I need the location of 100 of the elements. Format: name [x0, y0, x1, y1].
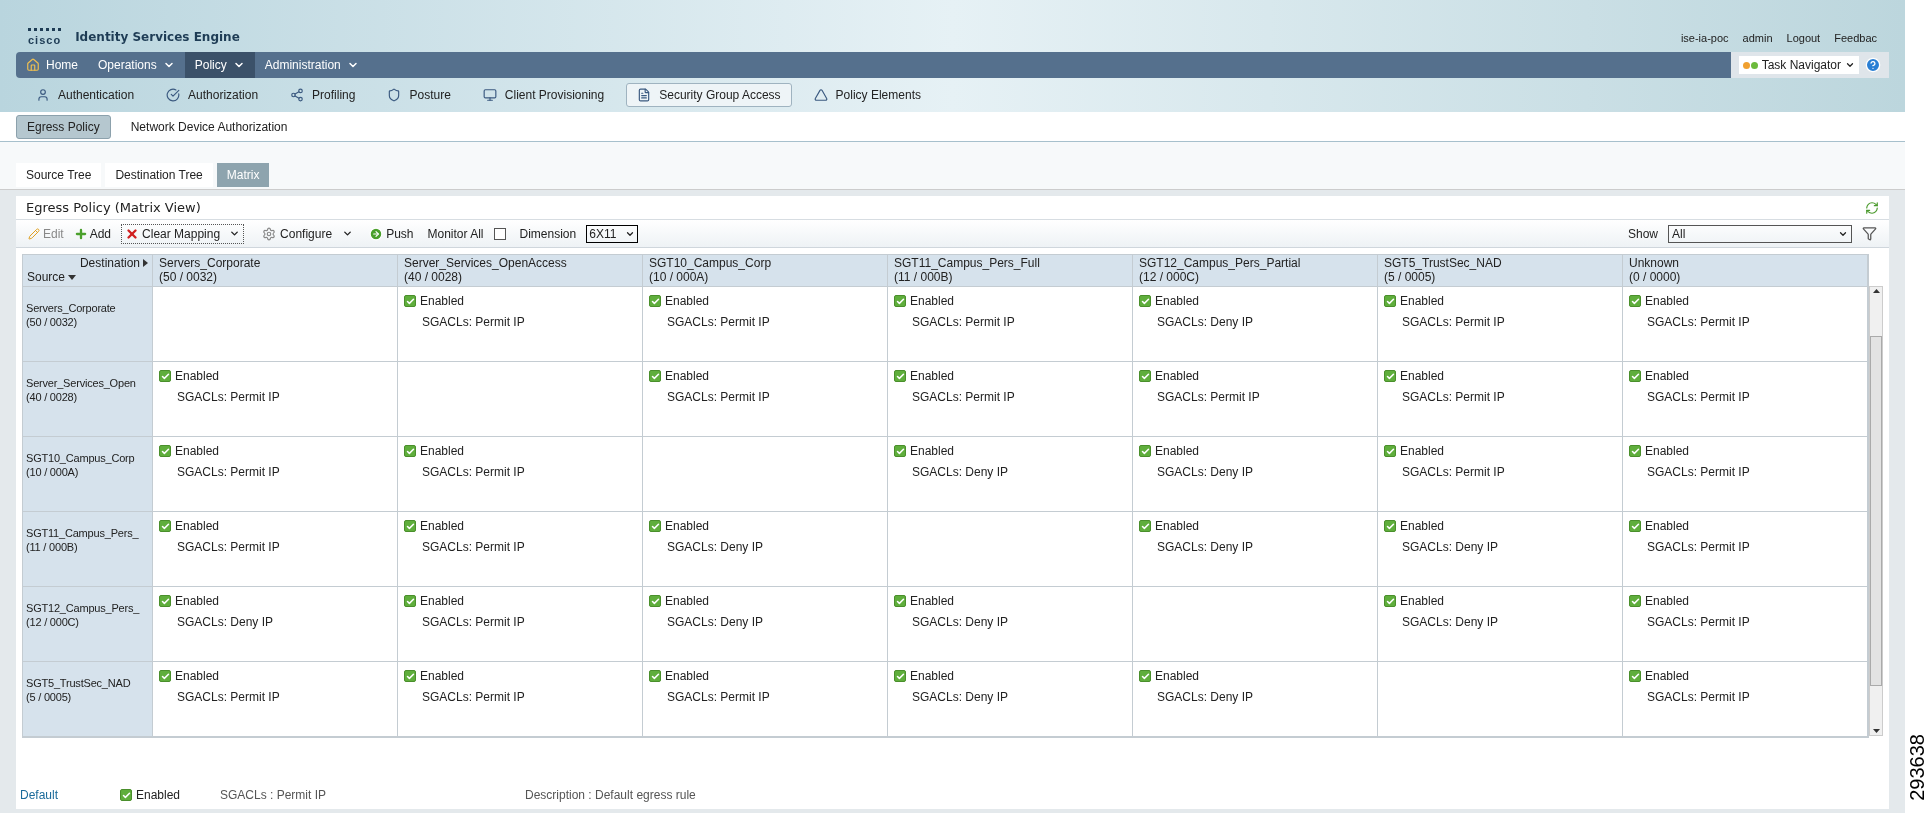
- nav-tab[interactable]: Policy: [184, 52, 255, 78]
- subnav-tab[interactable]: Posture: [377, 83, 461, 107]
- enabled-checkbox[interactable]: [649, 520, 661, 532]
- enabled-checkbox[interactable]: [1384, 370, 1396, 382]
- enabled-checkbox[interactable]: [1629, 295, 1641, 307]
- subnav-tab[interactable]: Authentication: [26, 83, 145, 107]
- enabled-checkbox[interactable]: [1139, 295, 1151, 307]
- nav-tab[interactable]: Operations: [88, 52, 185, 78]
- dimension-select[interactable]: 6X11: [586, 224, 639, 243]
- header-link[interactable]: Feedbac: [1834, 29, 1877, 46]
- scroll-down-icon[interactable]: [1872, 729, 1880, 733]
- enabled-checkbox[interactable]: [1384, 595, 1396, 607]
- enabled-checkbox[interactable]: [894, 445, 906, 457]
- enabled-checkbox[interactable]: [1629, 445, 1641, 457]
- row-header: SGT12_Campus_Pers_ (12 / 000C): [23, 587, 153, 662]
- enabled-checkbox[interactable]: [649, 295, 661, 307]
- enabled-checkbox[interactable]: [159, 670, 171, 682]
- row-header: Servers_Corporate (50 / 0032): [23, 287, 153, 362]
- scroll-up-icon[interactable]: [1872, 289, 1880, 293]
- destination-header[interactable]: Destination: [79, 256, 148, 270]
- enabled-checkbox[interactable]: [1139, 445, 1151, 457]
- subnav-tab[interactable]: Security Group Access: [626, 83, 792, 107]
- section-tab[interactable]: Network Device Authorization: [120, 115, 298, 138]
- enabled-checkbox[interactable]: [159, 595, 171, 607]
- sgacl-text: SGACLs: Permit IP: [1156, 389, 1261, 406]
- enabled-checkbox[interactable]: [649, 595, 661, 607]
- enabled-checkbox[interactable]: [1139, 670, 1151, 682]
- enabled-checkbox[interactable]: [404, 595, 416, 607]
- help-icon[interactable]: [1865, 57, 1881, 73]
- subnav-tab[interactable]: Profiling: [280, 83, 366, 107]
- nav-tab[interactable]: Home: [16, 52, 88, 78]
- subnav-tab[interactable]: Client Provisioning: [472, 83, 615, 107]
- enabled-checkbox[interactable]: [649, 670, 661, 682]
- sgacl-text: SGACLs: Deny IP: [911, 689, 1010, 706]
- subnav-icon: [387, 88, 402, 102]
- configure-button[interactable]: Configure: [262, 224, 354, 243]
- enabled-checkbox[interactable]: [404, 520, 416, 532]
- enabled-checkbox[interactable]: [1384, 520, 1396, 532]
- enabled-checkbox[interactable]: [120, 789, 132, 801]
- subnav-icon: [637, 88, 652, 102]
- empty-cell[interactable]: [1133, 587, 1378, 662]
- sgacl-text: SGACLs: Permit IP: [176, 539, 281, 556]
- enabled-checkbox[interactable]: [1384, 295, 1396, 307]
- sgacl-text: SGACLs: Permit IP: [666, 389, 771, 406]
- column-header: SGT12_Campus_Pers_Partial (12 / 000C): [1133, 255, 1378, 287]
- enabled-checkbox[interactable]: [1629, 670, 1641, 682]
- header-link[interactable]: Logout: [1786, 29, 1821, 46]
- filter-icon[interactable]: [1862, 226, 1877, 241]
- empty-cell[interactable]: [1378, 662, 1623, 737]
- refresh-icon[interactable]: [1865, 200, 1879, 215]
- enabled-checkbox[interactable]: [159, 445, 171, 457]
- enabled-label: Enabled: [1645, 593, 1690, 610]
- sgacl-text: SGACLs: Permit IP: [1646, 314, 1751, 331]
- enabled-label: Enabled: [136, 787, 181, 804]
- sgacl-text: SGACLs: Permit IP: [421, 539, 526, 556]
- enabled-label: Enabled: [1400, 368, 1445, 385]
- enabled-checkbox[interactable]: [894, 295, 906, 307]
- show-label: Show: [1627, 225, 1658, 243]
- enabled-checkbox[interactable]: [159, 370, 171, 382]
- enabled-label: Enabled: [1155, 518, 1200, 535]
- empty-cell[interactable]: [398, 362, 643, 437]
- enabled-checkbox[interactable]: [1629, 520, 1641, 532]
- task-navigator-dropdown[interactable]: Task Navigator: [1738, 56, 1859, 74]
- empty-cell[interactable]: [888, 512, 1133, 587]
- source-header[interactable]: Source: [27, 270, 77, 284]
- view-tab[interactable]: Source Tree: [16, 163, 102, 187]
- enabled-checkbox[interactable]: [1629, 370, 1641, 382]
- monitor-all-checkbox[interactable]: [493, 227, 506, 240]
- sgacl-text: SGACLs: Deny IP: [1156, 689, 1255, 706]
- enabled-checkbox[interactable]: [649, 370, 661, 382]
- header-link[interactable]: admin: [1742, 29, 1773, 46]
- subnav-tab[interactable]: Policy Elements: [803, 83, 931, 107]
- scroll-thumb[interactable]: [1870, 336, 1882, 686]
- push-button[interactable]: Push: [369, 224, 414, 243]
- enabled-checkbox[interactable]: [404, 295, 416, 307]
- clear-mapping-button[interactable]: Clear Mapping: [121, 223, 245, 244]
- empty-cell[interactable]: [643, 437, 888, 512]
- enabled-checkbox[interactable]: [1384, 445, 1396, 457]
- enabled-checkbox[interactable]: [1629, 595, 1641, 607]
- dots-icon: [1742, 61, 1758, 69]
- view-tab[interactable]: Destination Tree: [105, 163, 213, 187]
- subnav-tab[interactable]: Authorization: [156, 83, 269, 107]
- header-link[interactable]: ise-ia-poc: [1680, 29, 1729, 46]
- enabled-checkbox[interactable]: [159, 520, 171, 532]
- section-tab[interactable]: Egress Policy: [16, 114, 111, 139]
- show-select[interactable]: All: [1668, 224, 1852, 243]
- enabled-checkbox[interactable]: [1139, 520, 1151, 532]
- enabled-checkbox[interactable]: [404, 670, 416, 682]
- sgacl-text: SGACLs: Permit IP: [1401, 389, 1506, 406]
- enabled-checkbox[interactable]: [894, 370, 906, 382]
- enabled-checkbox[interactable]: [894, 595, 906, 607]
- enabled-checkbox[interactable]: [1139, 370, 1151, 382]
- default-rule-link[interactable]: Default: [20, 786, 120, 804]
- nav-tab[interactable]: Administration: [254, 52, 369, 78]
- scrollbar[interactable]: [1869, 286, 1883, 736]
- enabled-checkbox[interactable]: [404, 445, 416, 457]
- enabled-label: Enabled: [910, 293, 955, 310]
- enabled-checkbox[interactable]: [894, 670, 906, 682]
- add-button[interactable]: Add: [73, 224, 112, 243]
- enabled-label: Enabled: [910, 443, 955, 460]
